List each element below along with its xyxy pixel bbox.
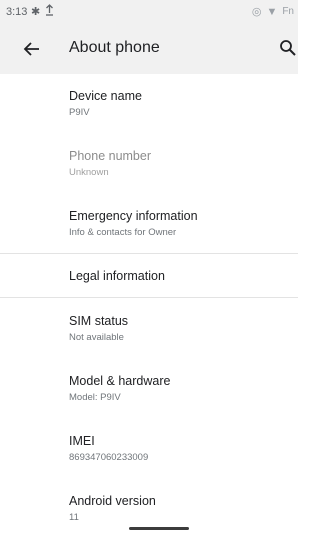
section-divider — [0, 297, 298, 298]
item-subtitle: Unknown — [69, 167, 109, 178]
item-subtitle: 11 — [69, 512, 79, 523]
item-subtitle: Info & contacts for Owner — [69, 227, 177, 238]
device-name-item[interactable]: Device name P9IV — [69, 88, 142, 120]
back-arrow-icon[interactable] — [22, 39, 42, 59]
app-bar: About phone — [0, 24, 298, 74]
settings-gear-icon: ✱ — [31, 6, 41, 18]
status-right-text: Fn — [282, 6, 294, 17]
item-title: Phone number — [69, 149, 152, 163]
phone-number-item: Phone number Unknown — [69, 148, 151, 180]
item-subtitle: 869347060233009 — [69, 452, 149, 463]
item-title: Legal information — [69, 269, 165, 283]
legal-information-item[interactable]: Legal information — [69, 268, 165, 284]
item-subtitle: Not available — [69, 332, 124, 343]
item-title: IMEI — [69, 434, 95, 448]
upload-icon — [46, 4, 53, 16]
item-title: Device name — [69, 89, 142, 103]
item-title: SIM status — [69, 314, 129, 328]
data-saver-icon: ◎ — [251, 6, 262, 18]
wifi-icon: ▼ — [266, 5, 278, 18]
item-title: Model & hardware — [69, 374, 171, 388]
status-time: 3:13 — [6, 6, 28, 18]
model-hardware-item[interactable]: Model & hardware Model: P9IV — [69, 373, 170, 405]
section-divider — [0, 253, 298, 254]
search-icon[interactable] — [279, 39, 297, 57]
item-subtitle: Model: P9IV — [69, 392, 121, 403]
navigation-handle[interactable] — [129, 527, 189, 530]
sim-status-item[interactable]: SIM status Not available — [69, 313, 128, 345]
item-title: Android version — [69, 494, 156, 508]
page-title: About phone — [69, 39, 160, 56]
android-version-item[interactable]: Android version 11 — [69, 493, 156, 525]
item-title: Emergency information — [69, 209, 198, 223]
status-bar: 3:13 ✱ ◎ ▼ Fn — [0, 0, 298, 24]
item-subtitle: P9IV — [69, 107, 90, 118]
status-icons: ◎ ▼ Fn — [251, 5, 294, 19]
imei-item[interactable]: IMEI 869347060233009 — [69, 433, 148, 465]
emergency-information-item[interactable]: Emergency information Info & contacts fo… — [69, 208, 198, 240]
